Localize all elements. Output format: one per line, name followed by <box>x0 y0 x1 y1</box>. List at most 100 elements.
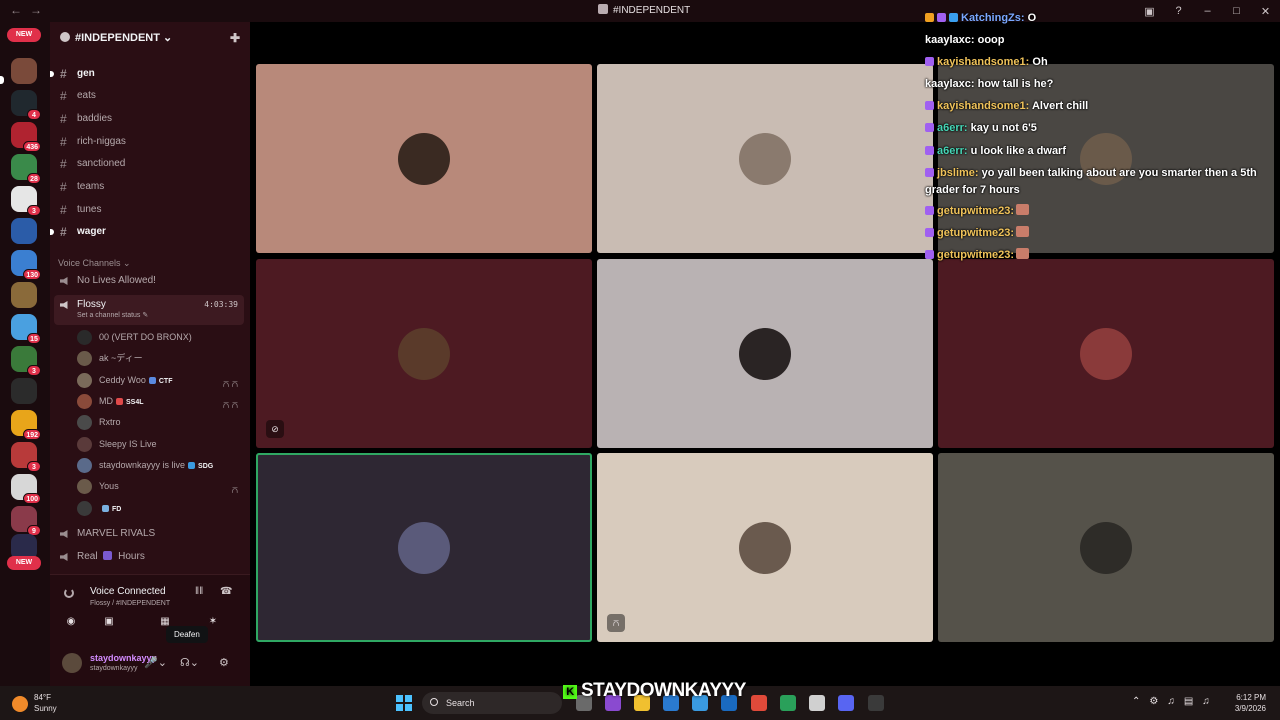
server-header[interactable]: #INDEPENDENT ⌄ ✚ <box>50 22 250 52</box>
microphone-icon[interactable]: 🎤⌄ <box>144 656 167 669</box>
server-icon-11[interactable] <box>11 378 37 404</box>
app-icon[interactable] <box>809 695 825 711</box>
start-button[interactable] <box>396 695 412 711</box>
voice-member[interactable]: Ceddy Woo CTF ⩃ ⩃ <box>77 370 242 390</box>
speaker-icon <box>60 553 68 561</box>
voice-member[interactable]: Rxtro <box>77 412 242 432</box>
discord-icon[interactable] <box>838 695 854 711</box>
voice-member[interactable]: 00 (VERT DO BRONX) <box>77 327 242 347</box>
voice-channel-real-hours[interactable]: Real Hours <box>60 547 240 567</box>
server-icon-1[interactable] <box>11 58 37 84</box>
avatar <box>77 394 92 409</box>
voice-member[interactable]: MD SS4L ⩃ ⩃ <box>77 391 242 411</box>
settings-icon[interactable]: ⚙ <box>219 656 229 669</box>
avatar <box>77 351 92 366</box>
voice-member[interactable]: FD <box>77 498 242 518</box>
taskbar-search[interactable]: Search <box>422 692 562 714</box>
nav-arrows[interactable]: ←→ <box>10 3 50 17</box>
avatar <box>77 501 92 516</box>
camera-off-icon: ⊘ <box>266 420 284 438</box>
server-icon-5[interactable]: 3 <box>11 186 41 216</box>
voice-member[interactable]: ak ~ディー <box>77 348 242 368</box>
channel-status[interactable]: Set a channel status ✎ <box>77 310 148 322</box>
clock[interactable]: 6:12 PM 3/9/2026 <box>1224 692 1266 714</box>
invite-icon[interactable]: ✚ <box>230 31 240 45</box>
headphones-icon[interactable]: ☊⌄ <box>180 656 199 669</box>
server-icon-9[interactable]: 15 <box>11 314 41 344</box>
channel-sidebar: #INDEPENDENT ⌄ ✚ # gen # eats # baddies # ri… <box>50 22 250 686</box>
server-icon-15[interactable]: 9 <box>11 506 41 536</box>
channel-sanctioned[interactable]: # sanctioned <box>60 154 240 174</box>
search-icon <box>430 698 438 706</box>
chat-badge-icon <box>925 228 934 237</box>
server-icon-2[interactable]: 4 <box>11 90 41 120</box>
participant-tile[interactable] <box>256 64 592 253</box>
user-avatar[interactable] <box>62 653 82 673</box>
server-icon-13[interactable]: 3 <box>11 442 41 472</box>
chat-message: a6err: u look like a dwarf <box>925 143 1265 160</box>
app-icon[interactable] <box>780 695 796 711</box>
participant-avatar <box>1080 328 1132 380</box>
voice-member[interactable]: staydownkayyy is live SDG <box>77 455 242 475</box>
participant-tile[interactable]: ⊘ <box>256 259 592 448</box>
channel-icon <box>598 4 608 14</box>
server-icon-6[interactable] <box>11 218 37 244</box>
chat-message: getupwitme23: <box>925 247 1265 264</box>
participant-tile[interactable] <box>938 453 1274 642</box>
new-badge-top[interactable]: NEW <box>7 28 41 42</box>
channel-teams[interactable]: # teams <box>60 177 240 197</box>
chat-badge-icon <box>925 13 934 22</box>
chat-emote-icon <box>1016 248 1030 259</box>
stream-chat-overlay: KatchingZs: O kaaylaxc: ooop kayishandso… <box>925 0 1265 270</box>
voice-channel-flossy[interactable]: Flossy 4:03:39 Set a channel status ✎ <box>54 295 244 325</box>
weather-widget[interactable]: 84°F Sunny <box>12 693 92 715</box>
server-icon-4[interactable]: 28 <box>11 154 41 184</box>
server-icon-7[interactable]: 130 <box>11 250 41 280</box>
voice-connected-panel: Voice Connected Flossy / #INDEPENDENT ‖‖… <box>50 574 250 638</box>
server-icon-8[interactable] <box>11 282 37 308</box>
tag-icon <box>102 505 109 512</box>
voice-connected-subtitle[interactable]: Flossy / #INDEPENDENT <box>90 600 170 607</box>
chrome-icon[interactable] <box>751 695 767 711</box>
voice-member[interactable]: Sleepy IS Live <box>77 434 242 454</box>
deafen-tooltip: Deafen <box>166 626 208 643</box>
unread-indicator <box>0 76 4 84</box>
participant-tile[interactable] <box>938 259 1274 448</box>
camera-off-button[interactable]: ◉ <box>54 612 88 632</box>
server-icon-10[interactable]: 3 <box>11 346 41 376</box>
server-icon-12[interactable]: 192 <box>11 410 41 440</box>
screen-share-button[interactable]: ▣ <box>92 612 126 632</box>
avatar <box>77 330 92 345</box>
emoji-icon <box>103 551 113 560</box>
voice-member[interactable]: Yous ⩃ <box>77 476 242 496</box>
new-badge-bottom[interactable]: NEW <box>7 556 41 570</box>
participant-avatar <box>739 133 791 185</box>
avatar <box>77 437 92 452</box>
noise-suppression-icon[interactable]: ‖‖ <box>195 586 203 597</box>
voice-connected-title[interactable]: Voice Connected <box>90 586 166 597</box>
channel-baddies[interactable]: # baddies <box>60 109 240 129</box>
voice-channel-marvel[interactable]: MARVEL RIVALS <box>60 524 240 544</box>
chat-message: a6err: kay u not 6'5 <box>925 120 1265 137</box>
chat-message: KatchingZs: O <box>925 10 1265 27</box>
chat-message: getupwitme23: <box>925 203 1265 220</box>
participant-tile[interactable] <box>597 64 933 253</box>
participant-tile-speaking[interactable] <box>256 453 592 642</box>
voice-channel-no-lives[interactable]: No Lives Allowed! <box>60 271 240 291</box>
channel-rich[interactable]: # rich-niggas <box>60 132 240 152</box>
channel-eats[interactable]: # eats <box>60 86 240 106</box>
channel-gen[interactable]: # gen <box>50 64 240 84</box>
obs-icon[interactable] <box>868 695 884 711</box>
server-icon-14[interactable]: 100 <box>11 474 41 504</box>
chat-message: kayishandsome1: Alvert chill <box>925 98 1265 115</box>
voice-channels-header[interactable]: Voice Channels ⌄ <box>58 258 131 269</box>
channel-tunes[interactable]: # tunes <box>60 200 240 220</box>
disconnect-icon[interactable]: ☎ <box>220 586 232 597</box>
signal-icon[interactable] <box>64 588 74 598</box>
channel-wager[interactable]: # wager <box>50 222 240 242</box>
participant-tile[interactable] <box>597 259 933 448</box>
server-icon-3[interactable]: 436 <box>11 122 41 152</box>
server-rail: NEW 4 436 28 3 130 15 3 192 3 100 9 NEW <box>0 22 50 686</box>
system-tray[interactable]: ⌃⚙♫▤♫ <box>1132 696 1219 707</box>
participant-tile[interactable]: ⩃ <box>597 453 933 642</box>
